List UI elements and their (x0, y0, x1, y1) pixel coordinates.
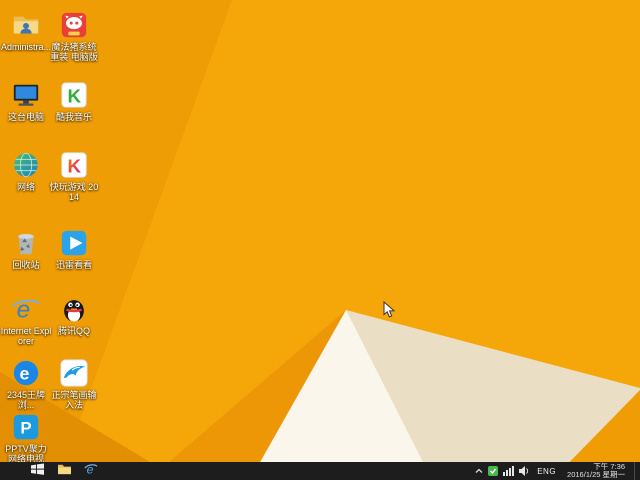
svg-text:P: P (20, 419, 31, 438)
show-desktop-button[interactable] (634, 462, 640, 480)
magic-pig-icon (59, 10, 89, 40)
icon-label: 魔法猪系统重装 电脑版 (48, 42, 100, 62)
language-indicator[interactable]: ENG (535, 467, 558, 476)
desktop-icon-2345-browser[interactable]: e 2345王牌浏... (0, 358, 52, 410)
video-player-icon (59, 228, 89, 258)
desktop-icon-this-pc[interactable]: 这台电脑 (0, 80, 52, 122)
qq-penguin-icon (59, 294, 89, 324)
desktop-icon-administrator[interactable]: Administra... (0, 10, 52, 52)
desktop-icon-network[interactable]: 网络 (0, 150, 52, 192)
icon-label: Internet Explorer (0, 326, 52, 346)
icon-label: 网络 (17, 182, 35, 192)
icon-label: 这台电脑 (8, 112, 44, 122)
volume-tray-icon[interactable] (519, 466, 530, 476)
computer-icon (11, 80, 41, 110)
windows-logo-icon (30, 462, 45, 480)
recycle-bin-icon (11, 228, 41, 258)
icon-label: 酷我音乐 (56, 112, 92, 122)
desktop-icon-internet-explorer[interactable]: e Internet Explorer (0, 294, 52, 346)
taskbar: e ENG 下午 7:36 2016/1/25 星期一 (0, 462, 640, 480)
icon-label: 腾讯QQ (58, 326, 90, 336)
system-tray: ENG 下午 7:36 2016/1/25 星期一 (475, 462, 640, 480)
network-globe-icon (11, 150, 41, 180)
kwan-games-icon: K (59, 150, 89, 180)
desktop-icon-pptv[interactable]: P PPTV聚力 网络电视 (0, 412, 52, 464)
icon-label: 正宗笔画输入法 (48, 390, 100, 410)
taskbar-clock[interactable]: 下午 7:36 2016/1/25 星期一 (563, 462, 629, 480)
browser-2345-icon: e (11, 358, 41, 388)
ie-taskbar-icon: e (84, 462, 98, 480)
icon-label: Administra... (1, 42, 51, 52)
bihua-bird-icon (59, 358, 89, 388)
icon-label: PPTV聚力 网络电视 (0, 444, 52, 464)
icon-label: 迅雷看看 (56, 260, 92, 270)
folder-icon (57, 462, 72, 480)
svg-text:K: K (67, 86, 81, 107)
desktop-icon-bihua-input[interactable]: 正宗笔画输入法 (48, 358, 100, 410)
kuwo-icon: K (59, 80, 89, 110)
desktop-icon-recycle-bin[interactable]: 回收站 (0, 228, 52, 270)
icon-label: 回收站 (12, 260, 39, 270)
desktop-icon-kuwo[interactable]: K 酷我音乐 (48, 80, 100, 122)
desktop[interactable]: Administra... 这台电脑 网络 回收站 e Internet Exp… (0, 0, 640, 480)
hidden-icons-chevron[interactable] (475, 467, 483, 475)
network-tray-icon[interactable] (503, 466, 514, 476)
svg-text:e: e (19, 364, 29, 384)
icon-label: 2345王牌浏... (0, 390, 52, 410)
pptv-icon: P (11, 412, 41, 442)
icon-label: 快玩游戏 2014 (48, 182, 100, 202)
desktop-icon-magic-pig[interactable]: 魔法猪系统重装 电脑版 (48, 10, 100, 62)
green-app-tray-icon[interactable] (488, 466, 498, 476)
ie-icon: e (11, 294, 41, 324)
taskbar-file-explorer-button[interactable] (51, 462, 78, 480)
user-folder-icon (11, 10, 41, 40)
desktop-icon-qq[interactable]: 腾讯QQ (48, 294, 100, 336)
start-button[interactable] (24, 462, 51, 480)
desktop-icon-video-player[interactable]: 迅雷看看 (48, 228, 100, 270)
desktop-icon-kwan-games[interactable]: K 快玩游戏 2014 (48, 150, 100, 202)
clock-date: 2016/1/25 星期一 (567, 471, 625, 479)
taskbar-internet-explorer-button[interactable]: e (78, 462, 104, 480)
svg-text:K: K (67, 156, 81, 177)
